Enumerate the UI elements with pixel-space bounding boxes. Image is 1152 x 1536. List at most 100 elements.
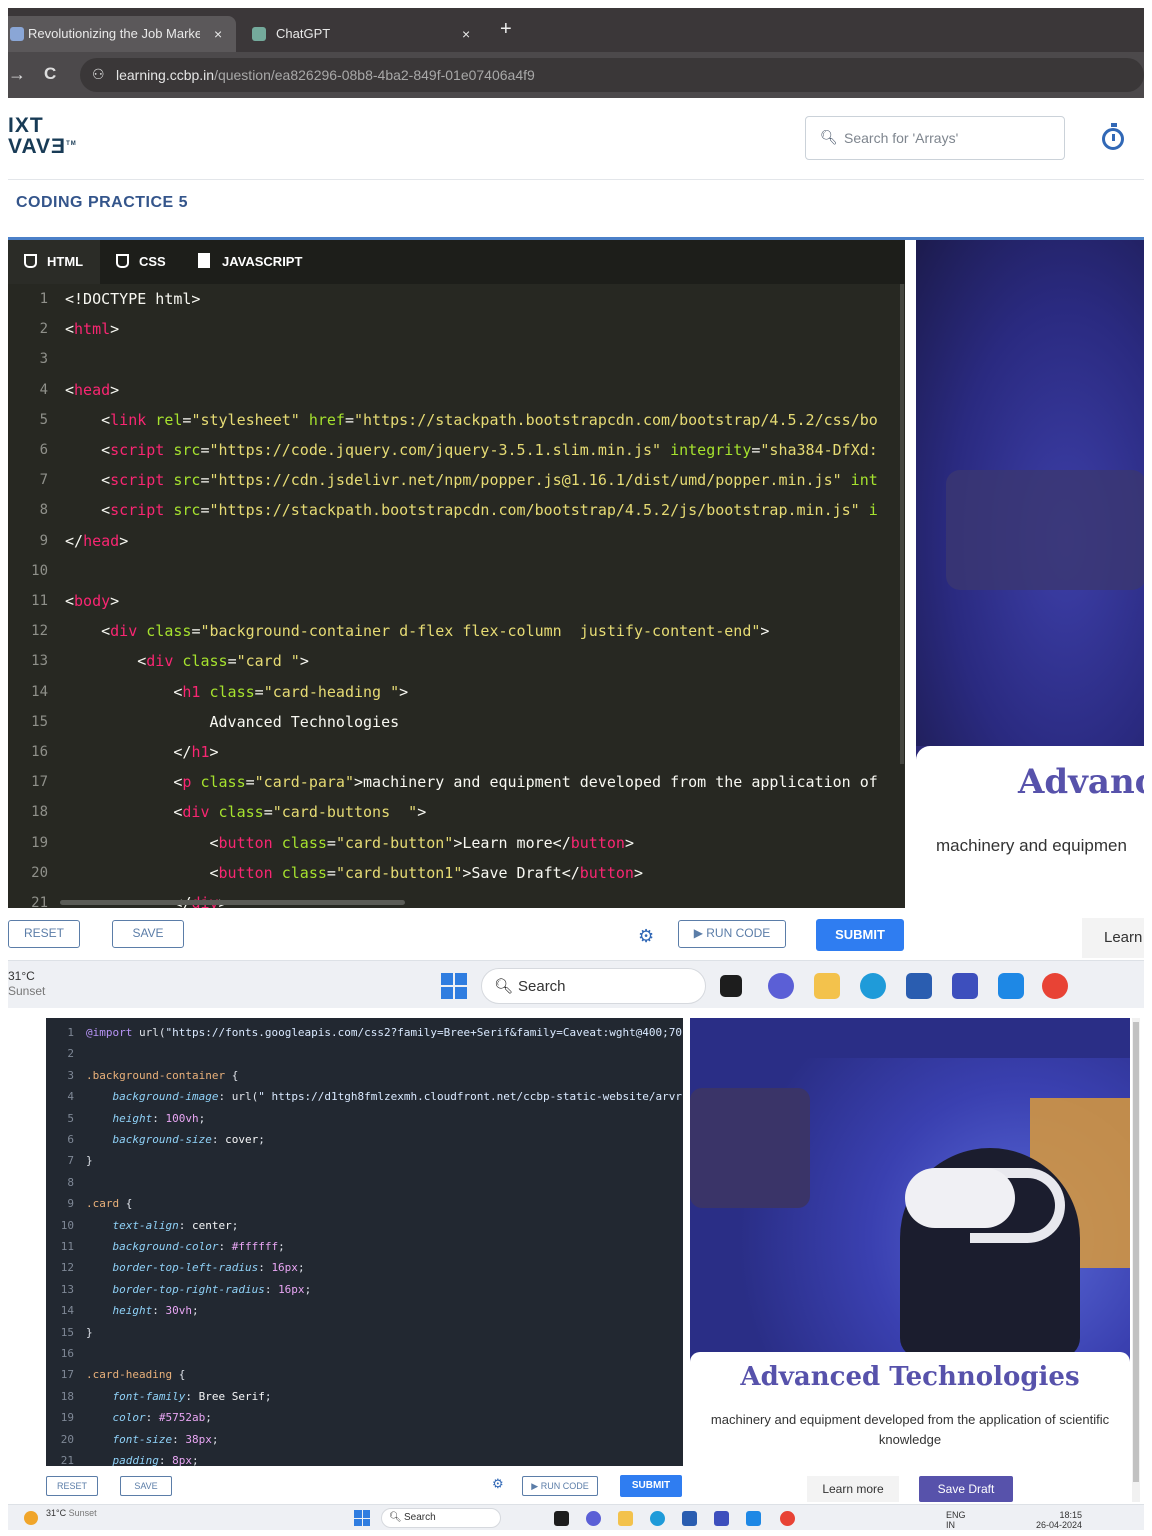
code-line[interactable]: 8 [46, 1172, 683, 1194]
language-indicator[interactable]: ENG IN [946, 1510, 966, 1530]
run-code-button[interactable]: ▶ RUN CODE [678, 920, 786, 948]
tab-javascript[interactable]: JAVASCRIPT [198, 240, 302, 284]
code-line[interactable]: 10 text-align: center; [46, 1215, 683, 1237]
taskbar-search[interactable]: 🔍︎ Search [381, 1508, 501, 1528]
nxtwave-logo[interactable]: IXT VAVƎTM [8, 115, 77, 157]
code-line[interactable]: 18 <div class="card-buttons "> [8, 797, 905, 827]
browser-tab-job-market[interactable]: Revolutionizing the Job Market × [8, 16, 236, 52]
code-line[interactable]: 11 background-color: #ffffff; [46, 1236, 683, 1258]
code-line[interactable]: 2 <html> [8, 314, 905, 344]
settings-icon[interactable]: ⚙ [638, 926, 654, 947]
tab-css[interactable]: CSS [116, 240, 166, 284]
code-line[interactable]: 16 </h1> [8, 737, 905, 767]
code-line[interactable]: 10 [8, 556, 905, 586]
code-editor[interactable]: HTML CSS JAVASCRIPT 1 <!DOCTYPE html> 2 <ht… [8, 240, 905, 908]
code-line[interactable]: 19 color: #5752ab; [46, 1407, 683, 1429]
code-line[interactable]: 13 <div class="card "> [8, 646, 905, 676]
code-line[interactable]: 17 <p class="card-para">machinery and eq… [8, 767, 905, 797]
app-icon[interactable] [714, 1511, 729, 1526]
clock[interactable]: 18:15 26-04-2024 [1036, 1510, 1082, 1530]
app-icon[interactable] [952, 973, 978, 999]
code-line[interactable]: 2 [46, 1043, 683, 1065]
code-line[interactable]: 7} [46, 1150, 683, 1172]
run-code-button[interactable]: ▶ RUN CODE [522, 1476, 598, 1496]
code-line[interactable]: 7 <script src="https://cdn.jsdelivr.net/… [8, 465, 905, 495]
save-button[interactable]: SAVE [112, 920, 184, 948]
app-icon-2[interactable] [998, 973, 1024, 999]
css-code-area[interactable]: 1 @import url("https://fonts.googleapis.c… [46, 1022, 683, 1466]
tab-html[interactable]: HTML [8, 240, 100, 284]
code-line[interactable]: 14 <h1 class="card-heading "> [8, 677, 905, 707]
preview-scrollbar[interactable] [1132, 1018, 1140, 1502]
store-icon[interactable] [682, 1511, 697, 1526]
windows-start-icon[interactable] [441, 973, 467, 999]
learn-more-button[interactable]: Learn [1082, 918, 1144, 958]
reset-button[interactable]: RESET [46, 1476, 98, 1496]
code-line[interactable]: 5 height: 100vh; [46, 1108, 683, 1130]
settings-icon[interactable]: ⚙ [492, 1476, 504, 1492]
new-tab-icon[interactable]: + [500, 18, 512, 41]
search-input[interactable]: 🔍︎ Search for 'Arrays' [805, 116, 1065, 160]
code-line[interactable]: 12 <div class="background-container d-fl… [8, 616, 905, 646]
tab-close-icon[interactable]: × [214, 16, 222, 52]
windows-start-icon[interactable] [354, 1510, 370, 1526]
code-line[interactable]: 1 <!DOCTYPE html> [8, 284, 905, 314]
code-line[interactable]: 6 background-size: cover; [46, 1129, 683, 1151]
weather-widget[interactable]: 31°C Sunset [8, 969, 45, 999]
code-line[interactable]: 4 background-image: url(" https://d1tgh8… [46, 1086, 683, 1108]
chrome-icon[interactable] [1042, 973, 1068, 999]
browser-tab-chatgpt[interactable]: ChatGPT × [244, 16, 490, 52]
submit-button[interactable]: SUBMIT [816, 919, 904, 951]
edge-icon[interactable] [860, 973, 886, 999]
forward-icon[interactable]: → [8, 64, 26, 85]
address-bar[interactable]: ⚇ learning.ccbp.in/question/ea826296-08b… [80, 58, 1144, 92]
html-code-area[interactable]: 1 <!DOCTYPE html> 2 <html> 3 4 <head> 5 <link r… [8, 284, 905, 908]
code-line[interactable]: 12 border-top-left-radius: 16px; [46, 1257, 683, 1279]
file-explorer-icon[interactable] [814, 973, 840, 999]
task-view-icon[interactable] [554, 1511, 569, 1526]
code-line[interactable]: 6 <script src="https://code.jquery.com/j… [8, 435, 905, 465]
store-icon[interactable] [906, 973, 932, 999]
code-line[interactable]: 11 <body> [8, 586, 905, 616]
task-view-icon[interactable] [720, 975, 742, 997]
submit-button[interactable]: SUBMIT [620, 1475, 682, 1497]
code-line[interactable]: 15 Advanced Technologies [8, 707, 905, 737]
weather-widget[interactable]: 31°C Sunset [46, 1508, 97, 1518]
app-icon-2[interactable] [746, 1511, 761, 1526]
code-line[interactable]: 3 [8, 344, 905, 374]
reset-button[interactable]: RESET [8, 920, 80, 948]
code-line[interactable]: 17 .card-heading { [46, 1364, 683, 1386]
css-code-editor[interactable]: 1 @import url("https://fonts.googleapis.c… [46, 1018, 683, 1466]
code-line[interactable]: 1 @import url("https://fonts.googleapis.c… [46, 1022, 683, 1044]
site-info-icon[interactable]: ⚇ [92, 66, 105, 83]
code-line[interactable]: 8 <script src="https://stackpath.bootstr… [8, 495, 905, 525]
learn-more-button[interactable]: Learn more [807, 1476, 899, 1502]
reload-icon[interactable]: C [44, 64, 56, 84]
save-draft-button[interactable]: Save Draft [919, 1476, 1013, 1502]
code-line[interactable]: 9 .card { [46, 1193, 683, 1215]
code-line[interactable]: 21 padding: 8px; [46, 1450, 683, 1466]
code-line[interactable]: 20 font-size: 38px; [46, 1429, 683, 1451]
chat-icon[interactable] [586, 1511, 601, 1526]
code-line[interactable]: 14 height: 30vh; [46, 1300, 683, 1322]
code-line[interactable]: 19 <button class="card-button">Learn mor… [8, 828, 905, 858]
code-line[interactable]: 13 border-top-right-radius: 16px; [46, 1279, 683, 1301]
tab-close-icon[interactable]: × [462, 16, 470, 52]
code-line[interactable]: 18 font-family: Bree Serif; [46, 1386, 683, 1408]
timer-icon[interactable] [1102, 123, 1124, 150]
code-line[interactable]: 15} [46, 1322, 683, 1344]
code-line[interactable]: 3 .background-container { [46, 1065, 683, 1087]
code-line[interactable]: 21 </div> [8, 888, 905, 908]
code-line[interactable]: 16 [46, 1343, 683, 1365]
editor-vertical-scrollbar[interactable] [900, 284, 904, 764]
chrome-icon[interactable] [780, 1511, 795, 1526]
edge-icon[interactable] [650, 1511, 665, 1526]
code-line[interactable]: 5 <link rel="stylesheet" href="https://s… [8, 405, 905, 435]
code-line[interactable]: 20 <button class="card-button1">Save Dra… [8, 858, 905, 888]
taskbar-search[interactable]: 🔍︎ Search [481, 968, 706, 1004]
code-line[interactable]: 9 </head> [8, 526, 905, 556]
file-explorer-icon[interactable] [618, 1511, 633, 1526]
code-line[interactable]: 4 <head> [8, 375, 905, 405]
save-button[interactable]: SAVE [120, 1476, 172, 1496]
chat-icon[interactable] [768, 973, 794, 999]
